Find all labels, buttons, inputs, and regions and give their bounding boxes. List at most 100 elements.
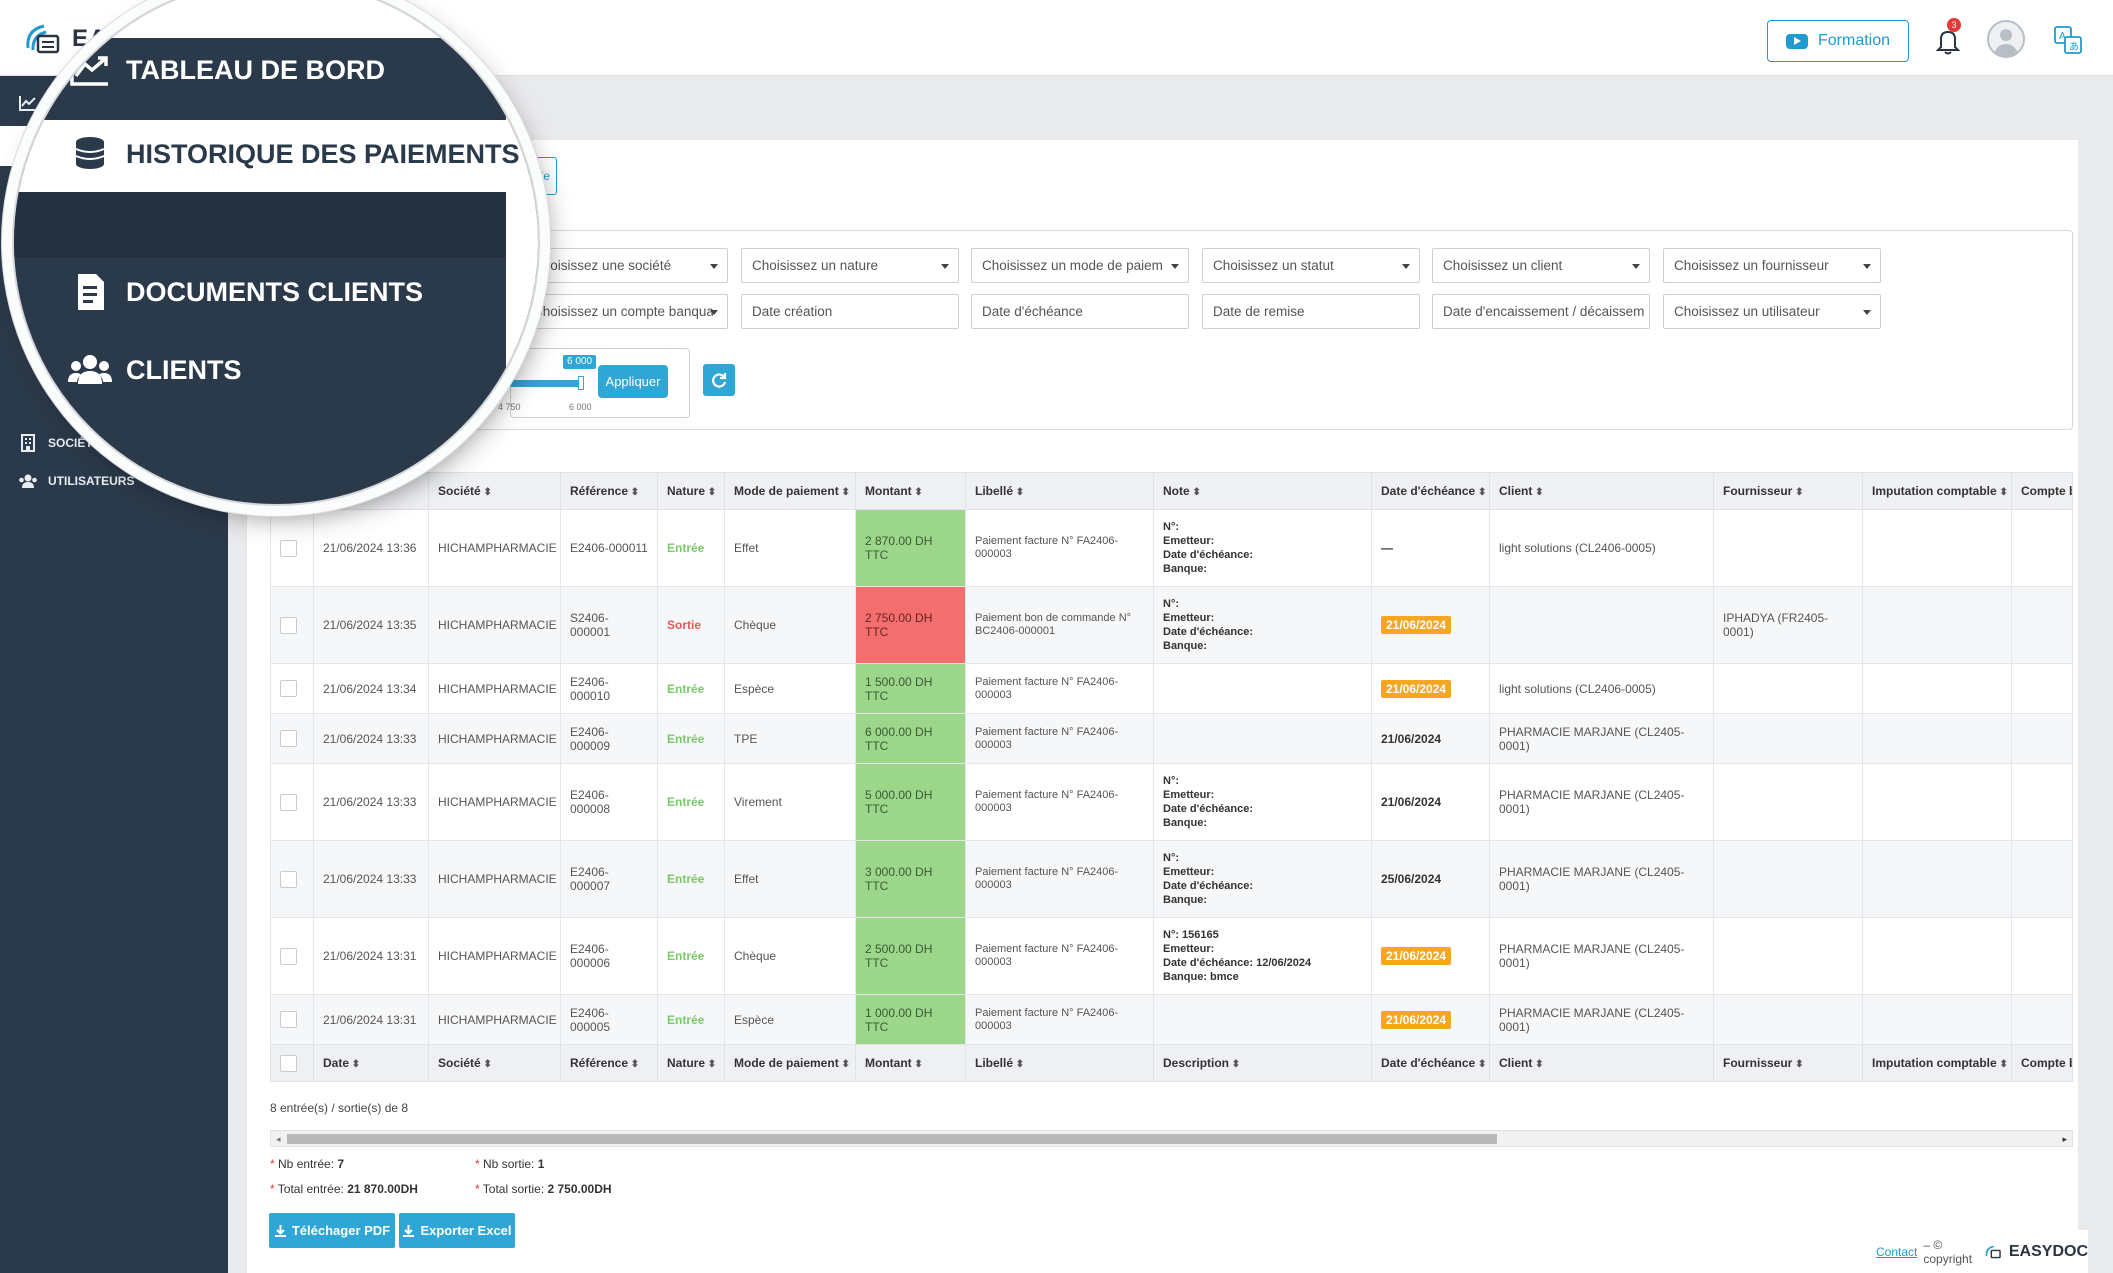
export-excel-button[interactable]: Exporter Excel: [399, 1213, 515, 1248]
scroll-left-icon[interactable]: ◂: [276, 1134, 281, 1145]
sort-icon[interactable]: ⬍: [839, 1059, 849, 1070]
sort-icon[interactable]: ⬍: [1475, 1059, 1486, 1070]
column-header[interactable]: Client ⬍: [1489, 1044, 1714, 1082]
montant-cell: 1 500.00 DH TTC: [855, 663, 966, 714]
column-header[interactable]: Note ⬍: [1153, 472, 1372, 510]
sort-icon[interactable]: ⬍: [1532, 487, 1543, 498]
refresh-button[interactable]: [703, 364, 735, 396]
scroll-right-icon[interactable]: ▸: [2062, 1134, 2067, 1145]
sort-icon[interactable]: ⬍: [839, 487, 849, 498]
sort-icon[interactable]: ⬍: [1792, 1059, 1803, 1070]
select-all-checkbox[interactable]: [280, 1054, 297, 1072]
utilisateur-select[interactable]: Choisissez un utilisateur: [1663, 294, 1881, 329]
sort-icon[interactable]: ⬍: [628, 487, 639, 498]
reference-cell: S2406-000001: [560, 586, 658, 664]
sort-icon[interactable]: ⬍: [481, 487, 491, 498]
sort-icon[interactable]: ⬍: [481, 1059, 491, 1070]
sidebar-item-documents-clients-zoomed[interactable]: DOCUMENTS CLIENTS: [68, 272, 423, 312]
column-header[interactable]: Libellé ⬍: [965, 472, 1154, 510]
sort-icon[interactable]: ⬍: [1013, 487, 1024, 498]
sort-icon[interactable]: ⬍: [1997, 1059, 2007, 1070]
sort-icon[interactable]: ⬍: [1190, 487, 1200, 498]
sort-icon[interactable]: ⬍: [1229, 1059, 1240, 1070]
column-header[interactable]: Société ⬍: [428, 472, 561, 510]
client-select[interactable]: Choisissez un client: [1432, 248, 1650, 283]
column-header[interactable]: Montant ⬍: [855, 1044, 966, 1082]
apply-button[interactable]: Appliquer: [598, 365, 668, 398]
column-header[interactable]: Compte b ⬍: [2011, 1044, 2073, 1082]
statut-select[interactable]: Choisissez un statut: [1202, 248, 1420, 283]
sort-icon[interactable]: ⬍: [1792, 487, 1803, 498]
date-echeance-input[interactable]: Date d'échéance: [971, 294, 1189, 329]
row-checkbox[interactable]: [280, 947, 297, 965]
column-header[interactable]: Mode de paiement ⬍: [724, 1044, 856, 1082]
amount-slider-handle[interactable]: [578, 376, 584, 390]
date-encaissement-input[interactable]: Date d'encaissement / décaissem: [1432, 294, 1650, 329]
row-checkbox[interactable]: [280, 616, 297, 634]
row-checkbox[interactable]: [280, 870, 297, 888]
column-header[interactable]: Date d'échéance ⬍: [1371, 1044, 1490, 1082]
column-header[interactable]: Fournisseur ⬍: [1713, 472, 1863, 510]
column-header[interactable]: Référence ⬍: [560, 472, 658, 510]
mode-select[interactable]: Choisissez un mode de paiement: [971, 248, 1189, 283]
row-checkbox[interactable]: [280, 539, 297, 557]
sidebar-item-societes[interactable]: SOCIÉTÉS: [18, 434, 109, 452]
bell-icon[interactable]: [1933, 26, 1963, 56]
table-row[interactable]: 21/06/2024 13:31 HICHAMPHARMACIE E2406-000…: [270, 917, 2073, 995]
sort-icon[interactable]: ⬍: [1475, 487, 1486, 498]
sidebar-item-tableau-de-bord-zoomed[interactable]: TABLEAU DE BORD: [68, 50, 385, 90]
column-header[interactable]: Imputation comptable ⬍: [1862, 1044, 2012, 1082]
compte-select[interactable]: Choisissez un compte banquaire: [510, 294, 728, 329]
table-row[interactable]: 21/06/2024 13:33 HICHAMPHARMACIE E2406-000…: [270, 713, 2073, 764]
sort-icon[interactable]: ⬍: [349, 1059, 360, 1070]
sort-icon[interactable]: ⬍: [912, 487, 922, 498]
avatar[interactable]: [1987, 20, 2025, 58]
date-creation-input[interactable]: Date création: [741, 294, 959, 329]
nature-select[interactable]: Choisissez un nature: [741, 248, 959, 283]
column-header[interactable]: Client ⬍: [1489, 472, 1714, 510]
column-header[interactable]: Fournisseur ⬍: [1713, 1044, 1863, 1082]
sort-icon[interactable]: ⬍: [912, 1059, 922, 1070]
table-row[interactable]: 21/06/2024 13:36 HICHAMPHARMACIE E2406-000…: [270, 509, 2073, 587]
date-remise-input[interactable]: Date de remise: [1202, 294, 1420, 329]
column-header[interactable]: Montant ⬍: [855, 472, 966, 510]
column-header[interactable]: Compte b ⬍: [2011, 472, 2073, 510]
language-icon[interactable]: A あ: [2053, 25, 2083, 55]
fournisseur-select[interactable]: Choisissez un fournisseur: [1663, 248, 1881, 283]
row-checkbox[interactable]: [280, 680, 297, 697]
column-header[interactable]: Imputation comptable ⬍: [1862, 472, 2012, 510]
horizontal-scrollbar[interactable]: ◂ ▸: [270, 1130, 2073, 1147]
societe-select[interactable]: Choisissez une société: [510, 248, 728, 283]
sidebar-item-clients-zoomed[interactable]: CLIENTS: [68, 350, 242, 390]
column-header[interactable]: Libellé ⬍: [965, 1044, 1154, 1082]
column-header[interactable]: Description ⬍: [1153, 1044, 1372, 1082]
sort-icon[interactable]: ⬍: [705, 487, 716, 498]
sort-icon[interactable]: ⬍: [1997, 487, 2007, 498]
sort-icon[interactable]: ⬍: [1532, 1059, 1543, 1070]
column-header[interactable]: Date d'échéance ⬍: [1371, 472, 1490, 510]
sidebar-item-historique-zoomed[interactable]: HISTORIQUE DES PAIEMENTS: [68, 134, 520, 174]
sort-icon[interactable]: ⬍: [1013, 1059, 1024, 1070]
table-row[interactable]: 21/06/2024 13:33 HICHAMPHARMACIE E2406-000…: [270, 840, 2073, 918]
select-all-cell[interactable]: [270, 1044, 314, 1082]
contact-link[interactable]: Contact: [1876, 1245, 1917, 1259]
formation-button[interactable]: Formation: [1767, 20, 1909, 62]
table-row[interactable]: 21/06/2024 13:34 HICHAMPHARMACIE E2406-000…: [270, 663, 2073, 714]
column-header[interactable]: Nature ⬍: [657, 1044, 725, 1082]
sidebar-item-utilisateurs[interactable]: UTILISATEURS: [18, 472, 134, 490]
column-header[interactable]: Société ⬍: [428, 1044, 561, 1082]
column-header[interactable]: Mode de paiement ⬍: [724, 472, 856, 510]
row-checkbox[interactable]: [280, 793, 297, 811]
row-checkbox[interactable]: [280, 730, 297, 747]
sort-icon[interactable]: ⬍: [628, 1059, 639, 1070]
table-row[interactable]: 21/06/2024 13:33 HICHAMPHARMACIE E2406-000…: [270, 763, 2073, 841]
table-row[interactable]: 21/06/2024 13:35 HICHAMPHARMACIE S2406-000…: [270, 586, 2073, 664]
download-pdf-button[interactable]: Téléchager PDF: [269, 1213, 395, 1248]
scrollbar-thumb[interactable]: [287, 1134, 1497, 1144]
column-header[interactable]: Référence ⬍: [560, 1044, 658, 1082]
sort-icon[interactable]: ⬍: [705, 1059, 716, 1070]
column-header[interactable]: Date ⬍: [313, 1044, 429, 1082]
row-checkbox[interactable]: [280, 1011, 297, 1028]
table-row[interactable]: 21/06/2024 13:31 HICHAMPHARMACIE E2406-000…: [270, 994, 2073, 1045]
column-header[interactable]: Nature ⬍: [657, 472, 725, 510]
